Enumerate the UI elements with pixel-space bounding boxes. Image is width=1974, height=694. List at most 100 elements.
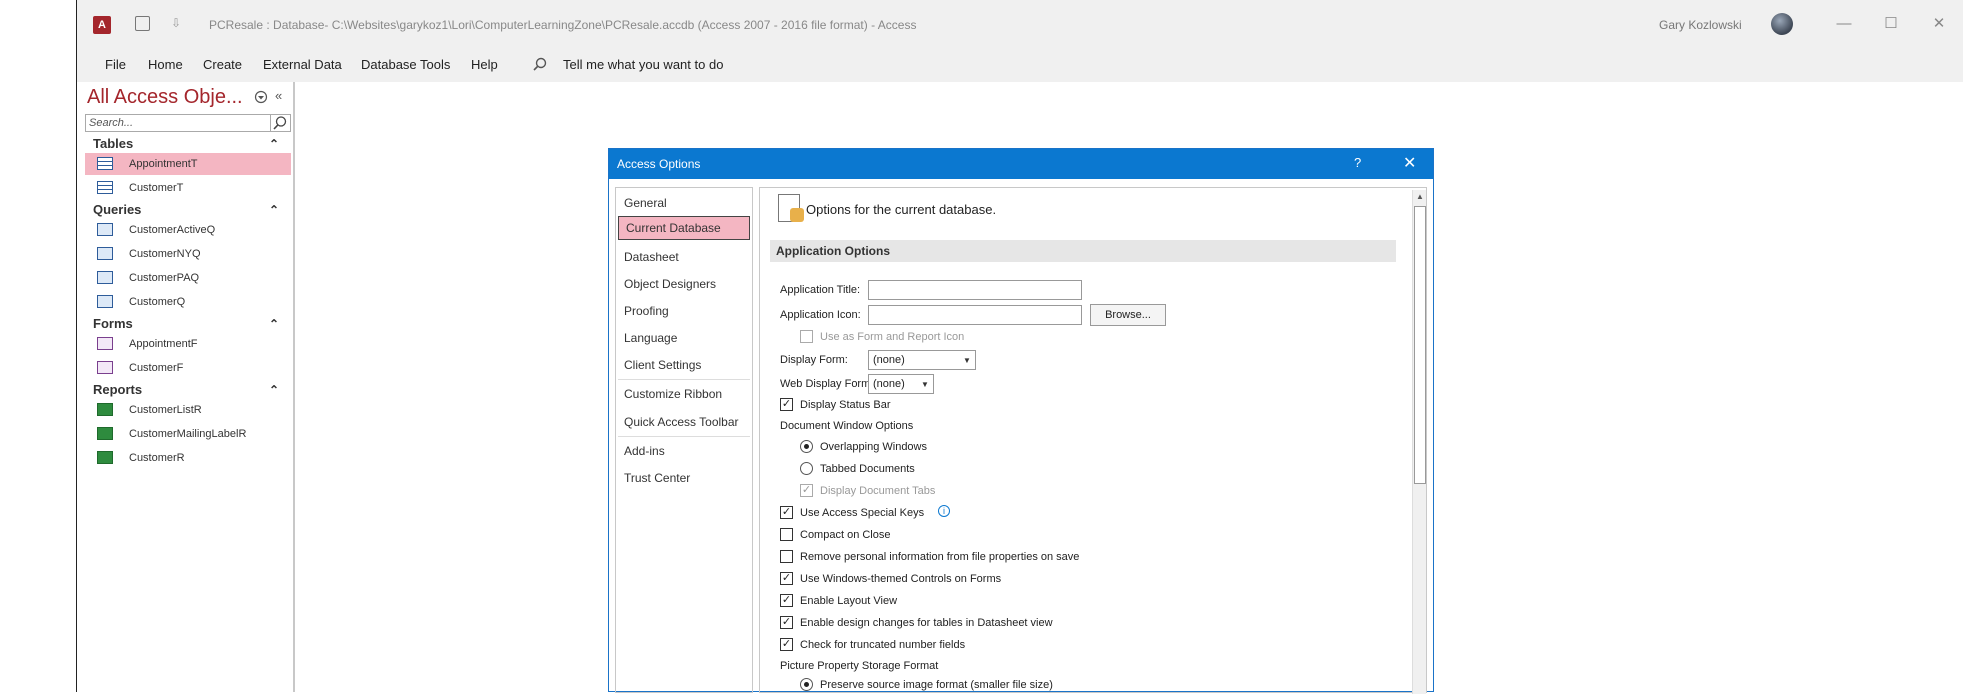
truncated-fields-checkbox[interactable]: ✓ <box>780 638 793 651</box>
info-icon[interactable]: i <box>938 505 950 517</box>
tab-home[interactable]: Home <box>148 57 183 72</box>
display-form-select[interactable]: (none) ▼ <box>868 350 976 370</box>
nav-item[interactable]: CustomerNYQ <box>85 243 291 265</box>
group-forms[interactable]: Forms <box>93 316 133 331</box>
special-keys-checkbox[interactable]: ✓ <box>780 506 793 519</box>
group-collapse-icon[interactable]: ⌃ <box>269 317 279 331</box>
nav-item[interactable]: CustomerMailingLabelR <box>85 423 291 445</box>
category-language[interactable]: Language <box>624 331 677 345</box>
tell-me-input[interactable]: Tell me what you want to do <box>563 57 723 72</box>
chevron-down-icon: ▼ <box>963 356 971 365</box>
nav-item[interactable]: CustomerActiveQ <box>85 219 291 241</box>
query-icon <box>97 223 113 236</box>
help-button[interactable]: ? <box>1354 155 1361 170</box>
tab-database-tools[interactable]: Database Tools <box>361 57 450 72</box>
tabbed-documents-radio[interactable] <box>800 462 813 475</box>
doc-window-options-label: Document Window Options <box>780 420 914 432</box>
remove-personal-info-checkbox[interactable] <box>780 550 793 563</box>
nav-item[interactable]: AppointmentF <box>85 333 291 355</box>
tab-external-data[interactable]: External Data <box>263 57 342 72</box>
tabbed-documents-label: Tabbed Documents <box>820 463 915 475</box>
group-queries[interactable]: Queries <box>93 202 141 217</box>
section-header: Application Options <box>770 240 1396 262</box>
nav-pane-title[interactable]: All Access Obje... <box>87 86 243 109</box>
app-title-input[interactable] <box>868 280 1082 300</box>
use-as-icon-label: Use as Form and Report Icon <box>820 331 965 343</box>
category-list: General Current Database Datasheet Objec… <box>615 187 753 693</box>
window-title: PCResale : Database- C:\Websites\garykoz… <box>209 18 917 32</box>
windows-themed-checkbox[interactable]: ✓ <box>780 572 793 585</box>
dialog-close-button[interactable]: ✕ <box>1403 153 1416 173</box>
section-title: Application Options <box>776 244 890 258</box>
search-icon <box>273 116 287 130</box>
nav-menu-icon[interactable] <box>254 90 268 104</box>
category-trust-center[interactable]: Trust Center <box>624 471 690 485</box>
nav-search-input[interactable]: Search... <box>85 114 271 132</box>
category-datasheet[interactable]: Datasheet <box>624 250 679 264</box>
access-options-dialog: Access Options ? ✕ General Current Datab… <box>608 148 1434 694</box>
design-changes-checkbox[interactable]: ✓ <box>780 616 793 629</box>
category-add-ins[interactable]: Add-ins <box>624 444 665 458</box>
display-doc-tabs-checkbox[interactable]: ✓ <box>800 484 813 497</box>
nav-item-label: CustomerNYQ <box>129 248 201 260</box>
user-name[interactable]: Gary Kozlowski <box>1659 18 1742 32</box>
query-icon <box>97 271 113 284</box>
scroll-thumb[interactable] <box>1414 206 1426 484</box>
display-status-bar-checkbox[interactable]: ✓ <box>780 398 793 411</box>
nav-item[interactable]: CustomerR <box>85 447 291 469</box>
browse-button[interactable]: Browse... <box>1090 304 1166 326</box>
tab-create[interactable]: Create <box>203 57 242 72</box>
category-customize-ribbon[interactable]: Customize Ribbon <box>624 387 722 401</box>
tab-file[interactable]: File <box>105 57 126 72</box>
group-reports[interactable]: Reports <box>93 382 142 397</box>
access-logo-icon: A <box>93 16 111 34</box>
nav-item-label: CustomerT <box>129 182 184 194</box>
minimize-button[interactable]: — <box>1832 12 1856 36</box>
web-display-form-select[interactable]: (none) ▼ <box>868 374 934 394</box>
options-scrollbar[interactable]: ▲ <box>1412 190 1426 694</box>
preserve-source-label: Preserve source image format (smaller fi… <box>820 679 1053 691</box>
nav-item[interactable]: CustomerListR <box>85 399 291 421</box>
category-object-designers[interactable]: Object Designers <box>624 277 716 291</box>
preserve-source-radio[interactable] <box>800 678 813 691</box>
compact-on-close-checkbox[interactable] <box>780 528 793 541</box>
category-proofing[interactable]: Proofing <box>624 304 669 318</box>
category-quick-access-toolbar[interactable]: Quick Access Toolbar <box>624 415 739 429</box>
app-title-label: Application Title: <box>780 284 861 296</box>
group-collapse-icon[interactable]: ⌃ <box>269 383 279 397</box>
nav-item[interactable]: CustomerPAQ <box>85 267 291 289</box>
web-display-form-value: (none) <box>873 378 905 390</box>
report-icon <box>97 427 113 440</box>
nav-item[interactable]: CustomerT <box>85 177 291 199</box>
category-general[interactable]: General <box>624 196 667 210</box>
display-form-label: Display Form: <box>780 354 848 366</box>
qat-customize-icon[interactable]: ⇩ <box>171 16 181 30</box>
search-icon <box>533 57 547 71</box>
app-icon-input[interactable] <box>868 305 1082 325</box>
query-icon <box>97 247 113 260</box>
scroll-up-icon[interactable]: ▲ <box>1413 190 1427 204</box>
desktop-background <box>0 0 76 692</box>
overlapping-windows-radio[interactable] <box>800 440 813 453</box>
category-client-settings[interactable]: Client Settings <box>624 358 701 372</box>
group-collapse-icon[interactable]: ⌃ <box>269 203 279 217</box>
title-bar: A ⇩ PCResale : Database- C:\Websites\gar… <box>77 0 1963 48</box>
dialog-title-bar: Access Options ? ✕ <box>609 149 1433 179</box>
close-button[interactable]: ✕ <box>1927 12 1951 36</box>
tab-help[interactable]: Help <box>471 57 498 72</box>
group-tables[interactable]: Tables <box>93 136 133 151</box>
nav-search-button[interactable] <box>271 114 291 132</box>
design-changes-label: Enable design changes for tables in Data… <box>800 617 1053 629</box>
category-current-database[interactable]: Current Database <box>618 216 750 240</box>
avatar[interactable] <box>1771 13 1793 35</box>
collapse-pane-icon[interactable]: « <box>275 88 282 103</box>
maximize-button[interactable]: ☐ <box>1879 12 1903 36</box>
group-collapse-icon[interactable]: ⌃ <box>269 137 279 151</box>
save-icon[interactable] <box>135 16 150 31</box>
use-as-icon-checkbox[interactable] <box>800 330 813 343</box>
nav-item[interactable]: CustomerF <box>85 357 291 379</box>
display-status-bar-label: Display Status Bar <box>800 399 891 411</box>
nav-item[interactable]: CustomerQ <box>85 291 291 313</box>
layout-view-checkbox[interactable]: ✓ <box>780 594 793 607</box>
nav-item[interactable]: AppointmentT <box>85 153 291 175</box>
